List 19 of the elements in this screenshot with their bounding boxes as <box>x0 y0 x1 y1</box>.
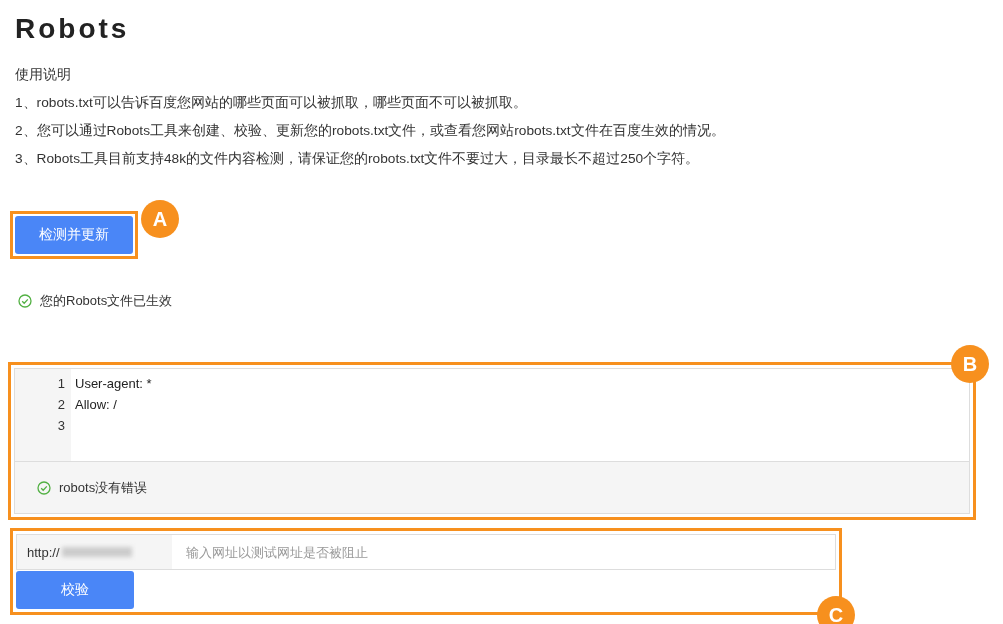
code-line: User-agent: * <box>75 376 152 391</box>
page-title: Robots <box>15 13 130 45</box>
code-line: Allow: / <box>75 397 117 412</box>
callout-badge: B <box>951 345 989 383</box>
line-number: 3 <box>56 417 66 435</box>
line-number: 1 <box>56 375 66 393</box>
callout-badge: C <box>817 596 855 624</box>
check-circle-icon <box>37 480 51 495</box>
instruction-text: 3、Robots工具目前支持48k的文件内容检测，请保证您的robots.txt文件不要过大，目录最长不超过250个字符。 <box>15 150 700 168</box>
line-number: 2 <box>56 396 66 414</box>
instructions-heading: 使用说明 <box>15 66 71 84</box>
url-field[interactable]: http:// 输入网址以测试网址是否被阻止 <box>16 534 836 570</box>
instruction-text: 1、robots.txt可以告诉百度您网站的哪些页面可以被抓取，哪些页面不可以被抓取。 <box>15 94 527 112</box>
status-text: 您的Robots文件已生效 <box>40 292 173 310</box>
callout-badge: A <box>141 200 179 238</box>
check-circle-icon <box>18 294 32 308</box>
url-prefix: http:// <box>27 544 60 560</box>
instruction-text: 2、您可以通过Robots工具来创建、校验、更新您的robots.txt文件，或查看您网站robots.txt文件在百度生效的情况。 <box>15 122 725 140</box>
result-text: robots没有错误 <box>59 478 148 497</box>
